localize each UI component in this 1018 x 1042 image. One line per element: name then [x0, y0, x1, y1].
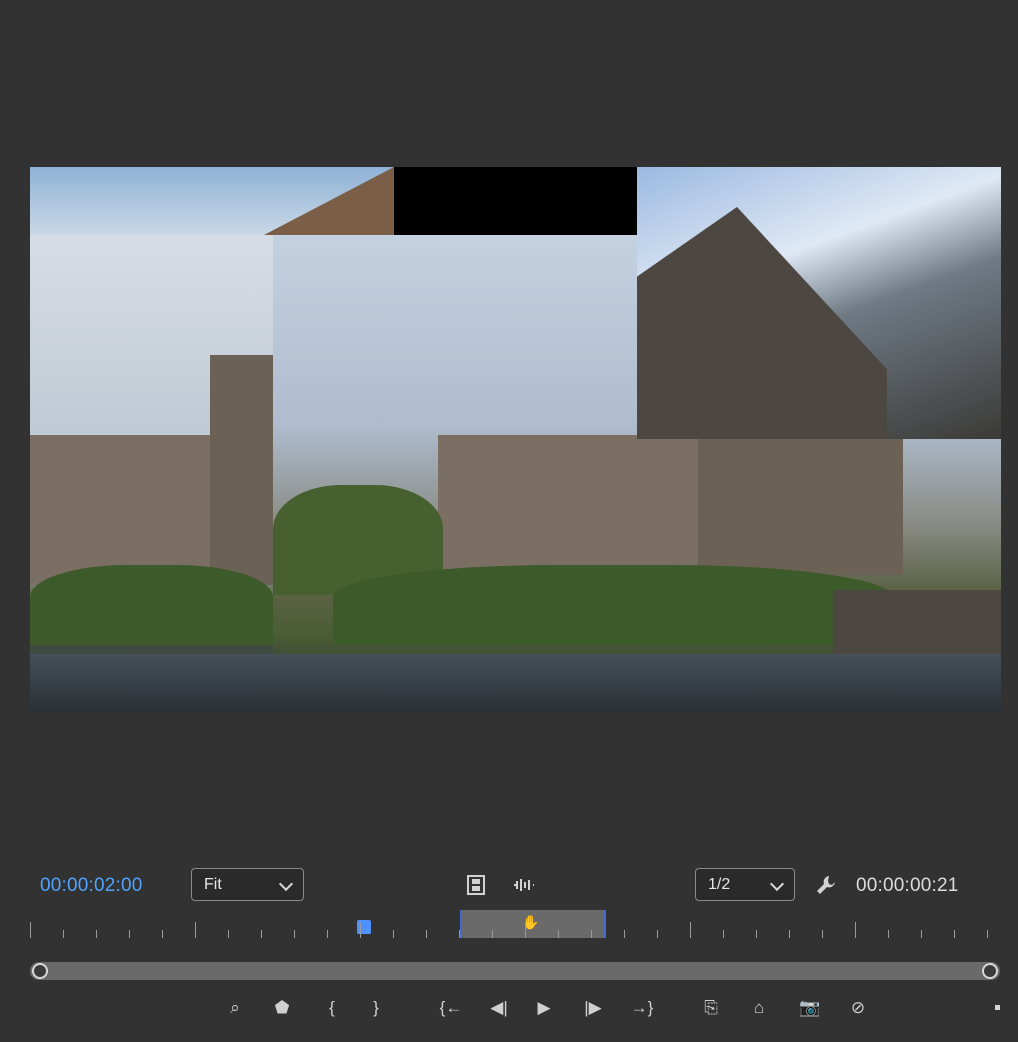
ruler-tick — [822, 930, 823, 938]
ruler-tick — [855, 922, 856, 938]
insert-icon: ⎘ — [704, 998, 718, 1017]
ruler-tick — [459, 930, 460, 938]
audio-waveform-icon[interactable] — [511, 874, 537, 896]
insert-button[interactable]: ⎘ — [698, 995, 724, 1021]
video-clip-left-castle — [30, 235, 273, 712]
playback-resolution-value: 1/2 — [708, 876, 731, 893]
ruler-tick — [789, 930, 790, 938]
water-shape — [30, 654, 273, 712]
export-frame-button[interactable]: 📷 — [797, 995, 823, 1021]
multicam-icon: ⊘ — [850, 998, 866, 1017]
zoom-handle-left[interactable] — [32, 963, 48, 979]
mark-out-button[interactable]: } — [363, 995, 389, 1021]
water-shape — [273, 654, 1001, 712]
ruler-tick — [393, 930, 394, 938]
ruler-tick — [723, 930, 724, 938]
wrench-icon[interactable] — [814, 873, 838, 897]
playback-resolution-select[interactable]: 1/2 — [695, 868, 795, 901]
ruler-tick — [162, 930, 163, 938]
ruler-tick — [756, 930, 757, 938]
ruler-tick — [921, 930, 922, 938]
go-to-out-icon: →} — [630, 998, 654, 1017]
ruler-tick — [492, 930, 493, 938]
multicam-button[interactable]: ⊘ — [845, 995, 871, 1021]
work-area-bar[interactable]: ✋ — [460, 910, 606, 938]
ruler-tick — [987, 930, 988, 938]
time-ruler[interactable]: ✋ — [30, 910, 992, 942]
mountain-shape — [264, 167, 394, 235]
empty-frame-area — [394, 167, 637, 235]
ruler-tick — [360, 922, 361, 938]
ruler-tick — [624, 930, 625, 938]
trees-shape — [30, 565, 273, 645]
magnify-icon: ⌕ — [230, 998, 240, 1017]
wall-shape — [637, 207, 887, 439]
brace-right-icon: } — [373, 998, 379, 1017]
ruler-tick — [690, 922, 691, 938]
ruler-tick — [261, 930, 262, 938]
chevron-down-icon — [278, 876, 294, 892]
panel-menu-icon[interactable] — [995, 1005, 1000, 1010]
brace-left-icon: { — [329, 998, 335, 1017]
ruler-tick — [30, 922, 31, 938]
overwrite-button[interactable]: ⌂ — [746, 995, 772, 1021]
ruler-tick — [195, 922, 196, 938]
play-button[interactable]: ▶ — [531, 995, 557, 1021]
ruler-tick — [954, 930, 955, 938]
filmstrip-icon[interactable] — [465, 874, 487, 896]
add-marker-button[interactable]: ⬟ — [269, 995, 295, 1021]
mark-in-button[interactable]: { — [319, 995, 345, 1021]
zoom-scroll-bar[interactable] — [30, 962, 1000, 980]
chevron-down-icon — [769, 876, 785, 892]
ruler-tick — [426, 930, 427, 938]
ruler-tick — [63, 930, 64, 938]
ruler-tick — [228, 930, 229, 938]
ruler-tick — [327, 930, 328, 938]
ruler-tick — [294, 930, 295, 938]
video-clip-top-right-wall — [637, 167, 1001, 439]
step-back-icon: ◀| — [490, 998, 508, 1017]
ruler-tick — [96, 930, 97, 938]
duration-timecode: 00:00:00:21 — [856, 875, 959, 896]
marker-icon: ⬟ — [274, 998, 290, 1017]
camera-icon: 📷 — [799, 998, 821, 1017]
video-clip-top-sky — [30, 167, 394, 235]
overwrite-icon: ⌂ — [753, 998, 765, 1017]
ruler-tick — [591, 930, 592, 938]
zoom-handle-right[interactable] — [982, 963, 998, 979]
ruler-tick — [888, 930, 889, 938]
ruler-tick — [129, 930, 130, 938]
ruler-tick — [525, 922, 526, 938]
ruler-tick — [558, 930, 559, 938]
zoom-level-select[interactable]: Fit — [191, 868, 304, 901]
castle-tower-shape — [210, 355, 273, 585]
go-to-in-button[interactable]: {← — [438, 995, 464, 1021]
ruler-tick — [657, 930, 658, 938]
program-monitor-preview[interactable] — [30, 167, 1001, 712]
play-icon: ▶ — [537, 998, 551, 1017]
step-back-button[interactable]: ◀| — [486, 995, 512, 1021]
step-forward-icon: |▶ — [584, 998, 602, 1017]
zoom-level-value: Fit — [204, 876, 222, 893]
trees-shape — [333, 565, 893, 645]
export-frame-preview-button[interactable]: ⌕ — [222, 995, 248, 1021]
go-to-out-button[interactable]: →} — [629, 995, 655, 1021]
go-to-in-icon: {← — [439, 998, 463, 1017]
playhead-timecode[interactable]: 00:00:02:00 — [40, 875, 143, 897]
step-forward-button[interactable]: |▶ — [580, 995, 606, 1021]
